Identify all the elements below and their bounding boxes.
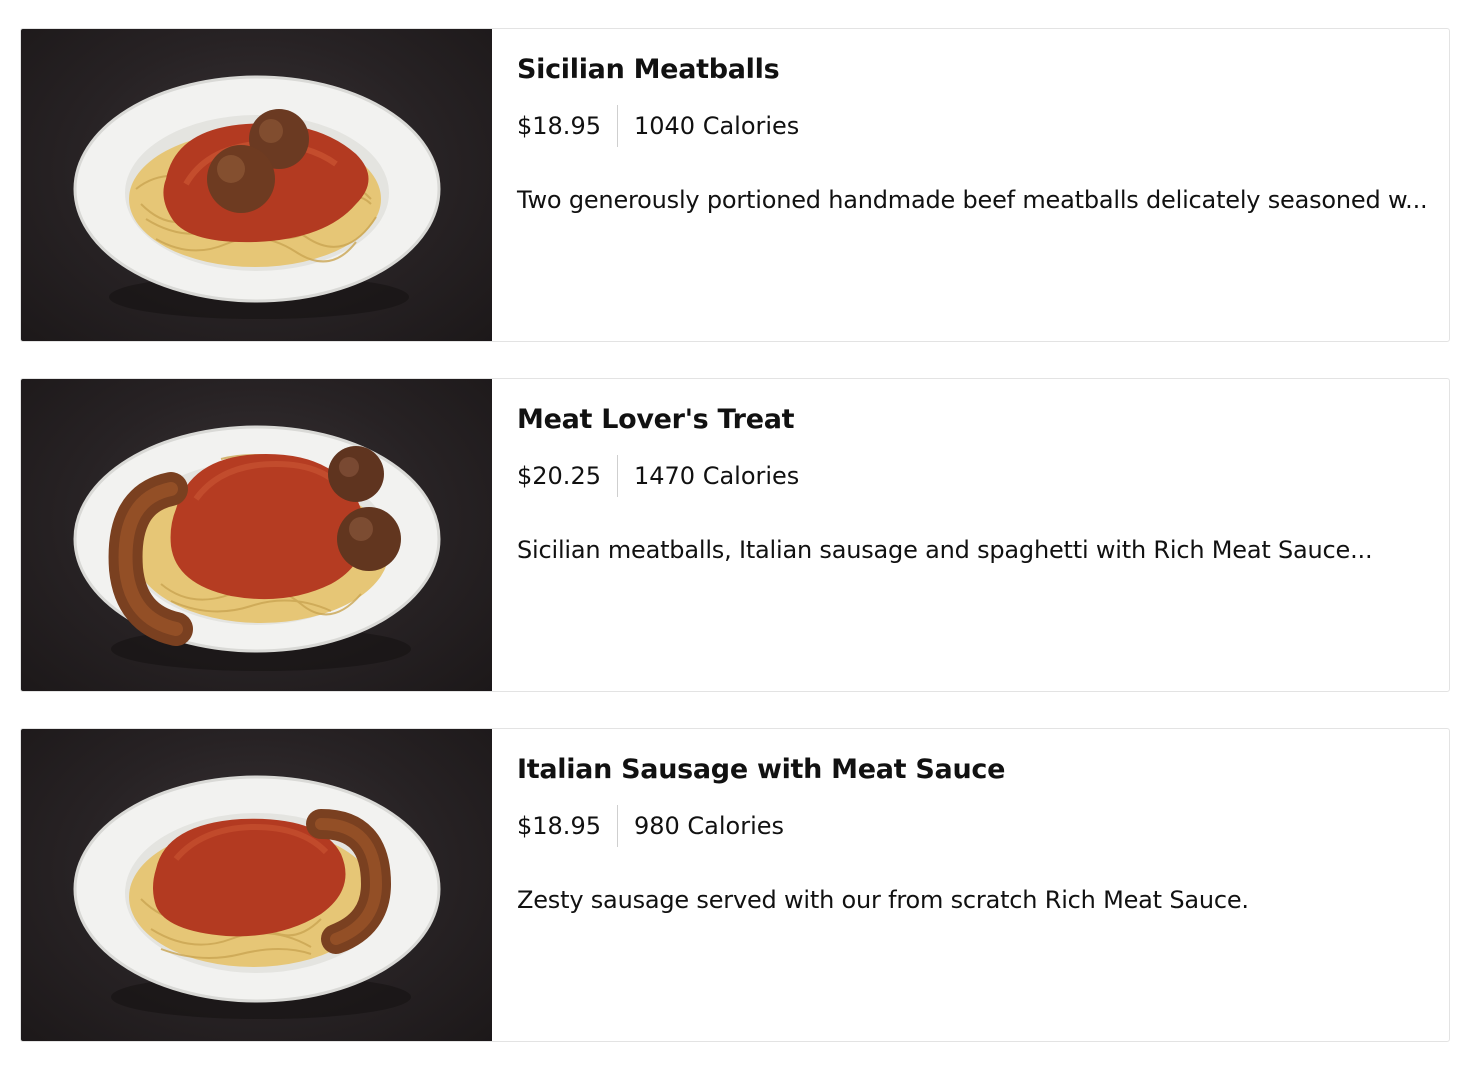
menu-item-card[interactable]: Sicilian Meatballs $18.95 1040 Calories … [20,28,1450,342]
menu-item-info: Sicilian Meatballs $18.95 1040 Calories … [517,29,1429,341]
menu-item-description: Two generously portioned handmade beef m… [517,186,1428,214]
menu-item-photo[interactable] [21,379,492,691]
menu-item-meta: $20.25 1470 Calories [517,455,799,497]
menu-item-card[interactable]: Meat Lover's Treat $20.25 1470 Calories … [20,378,1450,692]
menu-item-meta: $18.95 980 Calories [517,805,784,847]
menu-item-description: Sicilian meatballs, Italian sausage and … [517,536,1373,564]
menu-item-info: Meat Lover's Treat $20.25 1470 Calories … [517,379,1429,691]
menu-item-name[interactable]: Sicilian Meatballs [517,53,780,87]
spaghetti-sausage-meatballs-image [73,425,441,671]
menu-item-card[interactable]: Italian Sausage with Meat Sauce $18.95 9… [20,728,1450,1042]
menu-item-calories: 980 Calories [633,812,785,840]
menu-item-meta: $18.95 1040 Calories [517,105,799,147]
menu-item-price: $20.25 [517,462,601,490]
menu-item-calories: 1040 Calories [633,112,800,140]
menu-item-photo[interactable] [21,29,492,341]
menu-item-info: Italian Sausage with Meat Sauce $18.95 9… [517,729,1429,1041]
menu-item-calories: 1470 Calories [633,462,800,490]
menu-item-name[interactable]: Meat Lover's Treat [517,403,795,437]
spaghetti-meatballs-image [73,75,441,319]
menu-item-list: Sicilian Meatballs $18.95 1040 Calories … [0,0,1468,1074]
menu-item-price: $18.95 [517,812,601,840]
menu-item-name[interactable]: Italian Sausage with Meat Sauce [517,753,1005,787]
menu-item-description: Zesty sausage served with our from scrat… [517,886,1249,914]
menu-item-photo[interactable] [21,729,492,1041]
spaghetti-sausage-image [73,775,441,1019]
menu-item-price: $18.95 [517,112,601,140]
